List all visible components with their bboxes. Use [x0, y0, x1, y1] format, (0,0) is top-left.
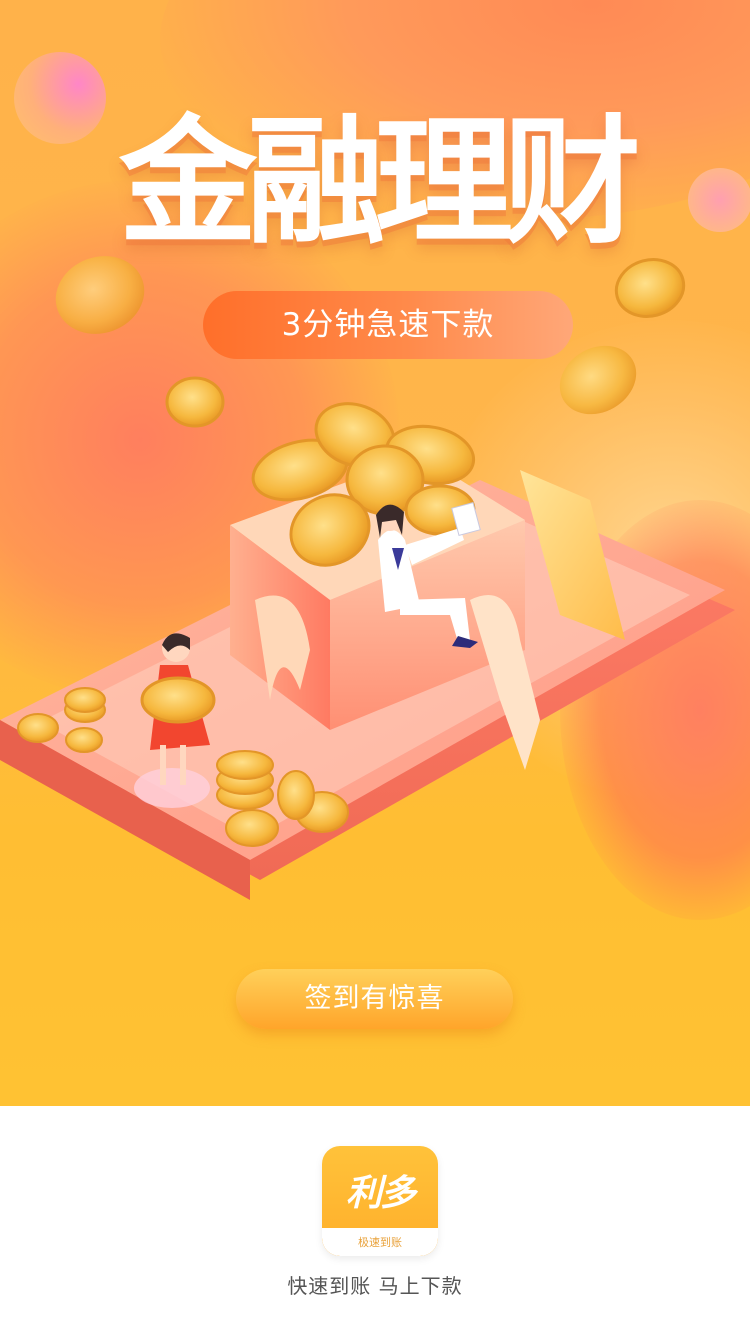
app-logo-subtitle: 极速到账	[358, 1236, 402, 1249]
hero-banner: 金融理财 3分钟急速下款 签到有惊喜	[0, 0, 750, 1106]
floating-coin	[165, 376, 225, 428]
loan-speed-badge: 3分钟急速下款	[203, 291, 573, 359]
app-tagline: 快速到账 马上下款	[287, 1274, 463, 1298]
checkin-button[interactable]: 签到有惊喜	[236, 969, 513, 1029]
app-logo: 利多 极速到账	[322, 1146, 438, 1256]
page-title: 金融理财	[118, 102, 641, 263]
app-logo-mark: 利多	[345, 1173, 416, 1214]
